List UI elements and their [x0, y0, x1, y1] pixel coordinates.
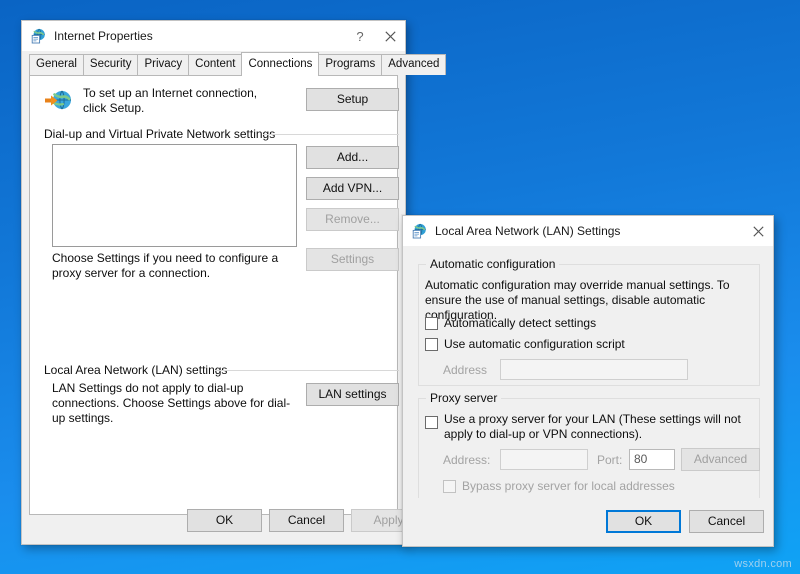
tab-privacy[interactable]: Privacy [137, 54, 189, 75]
bypass-proxy-label[interactable]: Bypass proxy server for local addresses [462, 479, 675, 494]
tab-general[interactable]: General [29, 54, 84, 75]
dialup-connections-list[interactable] [52, 144, 297, 247]
internet-properties-title: Internet Properties [54, 29, 153, 43]
lan-settings-footer: OK Cancel [403, 498, 773, 546]
cancel-button[interactable]: Cancel [269, 509, 344, 532]
use-proxy-server-label[interactable]: Use a proxy server for your LAN (These s… [444, 412, 754, 442]
lan-settings-button[interactable]: LAN settings [306, 383, 399, 406]
proxy-address-label: Address: [443, 453, 490, 467]
dialup-group-label: Dial-up and Virtual Private Network sett… [44, 127, 281, 141]
proxy-server-group-label: Proxy server [426, 391, 501, 405]
auto-detect-settings-label[interactable]: Automatically detect settings [444, 316, 596, 331]
lan-settings-titlebar: Local Area Network (LAN) Settings [403, 216, 773, 246]
internet-properties-dialog: Internet Properties ? General Security P… [21, 20, 406, 545]
proxy-port-input[interactable]: 80 [629, 449, 675, 470]
proxy-port-label: Port: [597, 453, 622, 467]
tab-connections[interactable]: Connections [241, 52, 319, 76]
settings-button[interactable]: Settings [306, 248, 399, 271]
lan-ok-button[interactable]: OK [606, 510, 681, 533]
bypass-proxy-checkbox[interactable] [443, 480, 456, 493]
lan-cancel-button[interactable]: Cancel [689, 510, 764, 533]
lan-settings-window-controls [743, 216, 773, 246]
setup-section: To set up an Internet connection, click … [30, 84, 397, 124]
advanced-button[interactable]: Advanced [681, 448, 760, 471]
tab-programs[interactable]: Programs [318, 54, 382, 75]
auto-detect-settings-checkbox[interactable] [425, 317, 438, 330]
add-vpn-button[interactable]: Add VPN... [306, 177, 399, 200]
automatic-configuration-group-label: Automatic configuration [426, 257, 559, 271]
lan-settings-icon [412, 223, 428, 239]
tab-security[interactable]: Security [83, 54, 139, 75]
close-icon[interactable] [375, 21, 405, 51]
setup-description: To set up an Internet connection, click … [83, 86, 258, 116]
add-button[interactable]: Add... [306, 146, 399, 169]
lan-description-text: LAN Settings do not apply to dial-up con… [52, 381, 300, 426]
watermark: wsxdn.com [734, 558, 792, 570]
internet-properties-tabstrip: General Security Privacy Content Connect… [22, 53, 405, 75]
lan-group-divider [215, 370, 399, 371]
connections-tab-page: To set up an Internet connection, click … [29, 75, 398, 515]
use-proxy-server-checkbox[interactable] [425, 416, 438, 429]
internet-properties-icon [31, 28, 47, 44]
internet-properties-titlebar: Internet Properties ? [22, 21, 405, 51]
proxy-address-input[interactable] [500, 449, 588, 470]
auto-config-address-input[interactable] [500, 359, 688, 380]
internet-properties-footer: OK Cancel Apply [22, 496, 405, 544]
tab-advanced[interactable]: Advanced [381, 54, 446, 75]
proxy-hint-text: Choose Settings if you need to configure… [52, 251, 297, 281]
internet-connection-icon [45, 89, 73, 113]
help-button[interactable]: ? [345, 21, 375, 51]
lan-group-label: Local Area Network (LAN) settings [44, 363, 233, 377]
dialup-group-divider [263, 134, 399, 135]
desktop-background: Internet Properties ? General Security P… [0, 0, 800, 574]
close-icon[interactable] [743, 216, 773, 246]
tab-content[interactable]: Content [188, 54, 242, 75]
ok-button[interactable]: OK [187, 509, 262, 532]
lan-settings-title: Local Area Network (LAN) Settings [435, 224, 620, 238]
lan-settings-dialog: Local Area Network (LAN) Settings Automa… [402, 215, 774, 547]
use-config-script-checkbox[interactable] [425, 338, 438, 351]
setup-button[interactable]: Setup [306, 88, 399, 111]
use-config-script-label[interactable]: Use automatic configuration script [444, 337, 625, 352]
remove-button[interactable]: Remove... [306, 208, 399, 231]
internet-properties-window-controls: ? [345, 21, 405, 51]
auto-config-address-label: Address [443, 363, 487, 377]
